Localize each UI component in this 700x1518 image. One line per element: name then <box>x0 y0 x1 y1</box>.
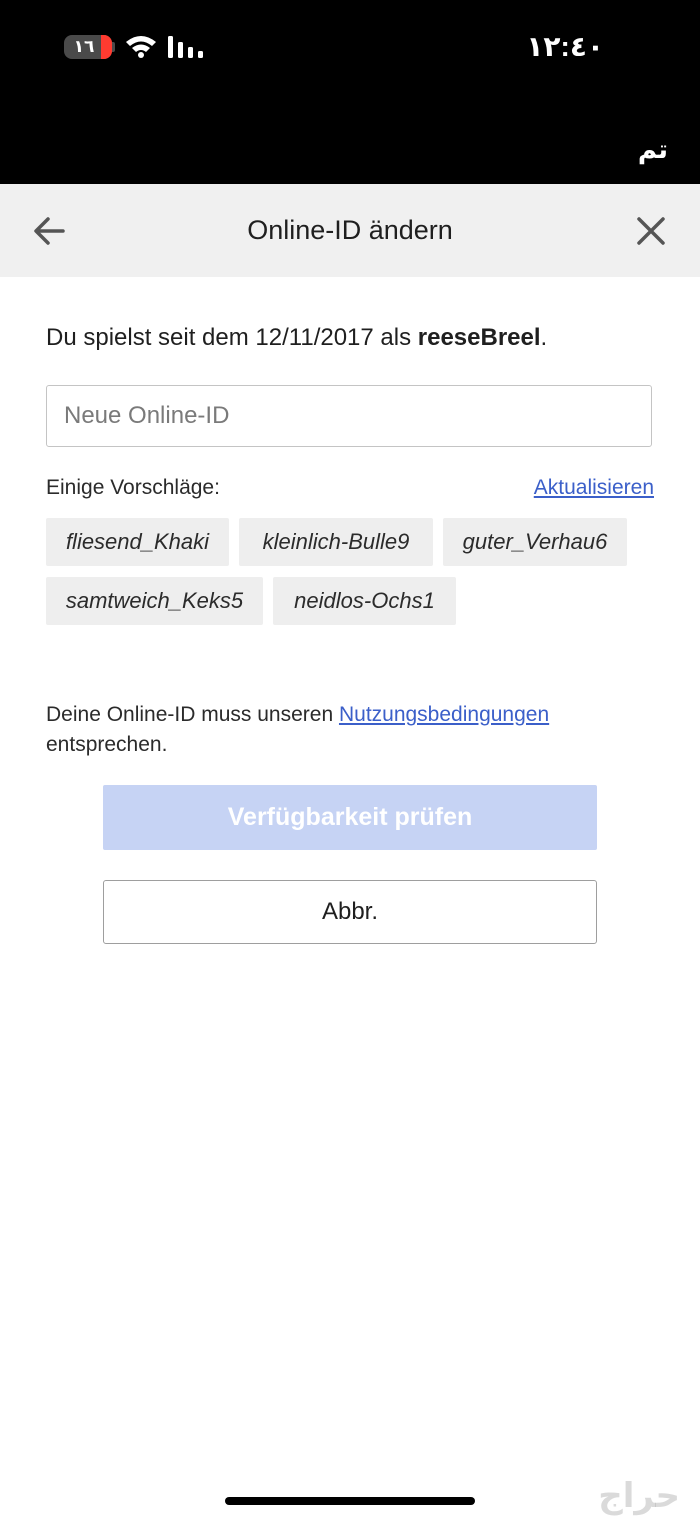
dialog-header: Online-ID ändern <box>0 184 700 277</box>
current-username: reeseBreel <box>417 324 541 351</box>
page-title: Online-ID ändern <box>247 215 453 245</box>
terms-link[interactable]: Nutzungsbedingungen <box>339 703 549 726</box>
close-icon <box>637 217 665 245</box>
back-arrow-icon <box>34 217 65 245</box>
suggestions-label: Einige Vorschläge: <box>46 476 220 499</box>
back-button[interactable] <box>28 210 70 252</box>
done-button[interactable]: تم <box>638 134 668 165</box>
intro-prefix: Du spielst seit dem 12/11/2017 als <box>46 324 418 351</box>
watermark-logo: حراج <box>598 1477 680 1515</box>
close-button[interactable] <box>630 210 672 252</box>
refresh-link[interactable]: Aktualisieren <box>534 474 654 502</box>
terms-suffix: entsprechen. <box>46 733 168 756</box>
status-time: ١٢:٤٠ <box>526 31 604 62</box>
wifi-icon <box>126 36 156 58</box>
suggestion-chip[interactable]: fliesend_Khaki <box>46 518 229 566</box>
new-online-id-input[interactable] <box>46 385 652 447</box>
battery-icon: ١٦ <box>64 35 112 59</box>
status-bar: ١٦ ١٢:٤٠ تم <box>0 0 700 184</box>
cellular-signal-icon <box>168 36 203 58</box>
battery-level: ١٦ <box>73 37 95 56</box>
cancel-button[interactable]: Abbr. <box>103 880 597 944</box>
terms-notice: Deine Online-ID muss unseren Nutzungsbed… <box>46 700 656 760</box>
intro-suffix: . <box>540 324 548 351</box>
check-availability-button[interactable]: Verfügbarkeit prüfen <box>103 785 597 850</box>
suggestion-chip[interactable]: neidlos-Ochs1 <box>273 577 456 625</box>
battery-cap <box>112 42 115 52</box>
terms-prefix: Deine Online-ID muss unseren <box>46 703 339 726</box>
suggestion-chip[interactable]: guter_Verhau6 <box>443 518 627 566</box>
suggestion-chip[interactable]: kleinlich-Bulle9 <box>239 518 433 566</box>
intro-text: Du spielst seit dem 12/11/2017 als reese… <box>46 320 547 356</box>
suggestion-chip[interactable]: samtweich_Keks5 <box>46 577 263 625</box>
home-indicator[interactable] <box>225 1497 475 1505</box>
